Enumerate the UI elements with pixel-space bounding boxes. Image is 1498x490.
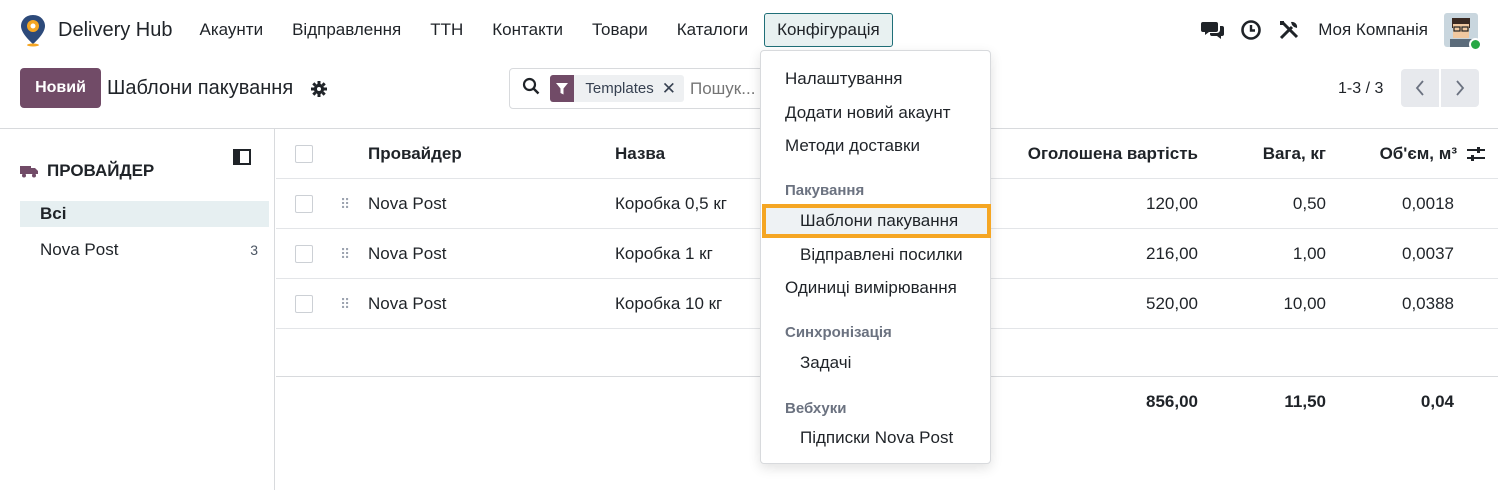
cell-provider: Nova Post xyxy=(368,194,447,213)
nav-right: Моя Компанія xyxy=(1188,0,1482,60)
search-panel: ПРОВАЙДЕР Всі Nova Post 3 xyxy=(0,129,275,490)
page-title: Шаблони пакування xyxy=(107,77,294,99)
menu-catalogs[interactable]: Каталоги xyxy=(664,13,761,47)
cell-declared-value: 520,00 xyxy=(1146,294,1198,313)
tools-icon[interactable] xyxy=(1276,17,1302,43)
menu-item-add-account[interactable]: Додати новий акаунт xyxy=(761,98,992,128)
cell-name: Коробка 1 кг xyxy=(615,244,713,263)
cell-weight: 0,50 xyxy=(1292,194,1326,213)
column-header-declared-value[interactable]: Оголошена вартість xyxy=(976,129,1198,179)
clock-icon[interactable] xyxy=(1238,17,1264,43)
new-button[interactable]: Новий xyxy=(20,68,101,108)
configuration-dropdown: Налаштування Додати новий акаунт Методи … xyxy=(760,50,991,464)
cell-declared-value: 120,00 xyxy=(1146,194,1198,213)
cell-volume: 0,0037 xyxy=(1402,244,1454,263)
panel-item-all[interactable]: Всі xyxy=(20,201,269,227)
column-header-name[interactable]: Назва xyxy=(615,129,665,179)
menu-item-settings[interactable]: Налаштування xyxy=(761,64,992,94)
cell-declared-value: 216,00 xyxy=(1146,244,1198,263)
gear-icon[interactable] xyxy=(310,80,328,103)
truck-icon xyxy=(20,166,38,178)
cell-weight: 10,00 xyxy=(1283,294,1326,313)
online-status-icon xyxy=(1469,38,1482,51)
menu-item-nova-post-subscriptions[interactable]: Підписки Nova Post xyxy=(761,423,992,453)
panel-item-label: Всі xyxy=(40,204,67,223)
panel-section-header: ПРОВАЙДЕР xyxy=(20,161,154,181)
main-menu: Акаунти Відправлення ТТН Контакти Товари… xyxy=(186,13,895,47)
panel-item-nova-post[interactable]: Nova Post 3 xyxy=(20,237,269,263)
app-name: Delivery Hub xyxy=(58,18,173,41)
facet-remove-icon[interactable]: ✕ xyxy=(662,79,684,99)
drag-handle-icon[interactable]: ⠿ xyxy=(340,279,350,329)
column-header-volume[interactable]: Об'єм, м³ xyxy=(1336,129,1457,179)
pager-value[interactable]: 1-3 / 3 xyxy=(1338,80,1383,98)
cell-weight: 1,00 xyxy=(1292,244,1326,263)
chevron-right-icon xyxy=(1456,80,1465,96)
total-volume: 0,04 xyxy=(1420,392,1454,411)
filter-icon xyxy=(550,75,575,102)
cell-provider: Nova Post xyxy=(368,294,447,313)
filter-facet: Templates ✕ xyxy=(550,75,684,102)
menu-item-tasks[interactable]: Задачі xyxy=(761,348,992,378)
menu-products[interactable]: Товари xyxy=(579,13,661,47)
menu-accounts[interactable]: Акаунти xyxy=(186,13,276,47)
menu-ttn[interactable]: ТТН xyxy=(417,13,476,47)
search-input[interactable] xyxy=(690,78,770,99)
delivery-hub-logo-icon xyxy=(21,15,45,47)
control-panel: Новий Шаблони пакування Templates ✕ 1-3 … xyxy=(0,60,1498,128)
drag-handle-icon[interactable]: ⠿ xyxy=(340,229,350,279)
sliders-icon xyxy=(1467,147,1485,161)
chevron-left-icon xyxy=(1415,80,1424,96)
cell-provider: Nova Post xyxy=(368,244,447,263)
menu-section-sync: Синхронізація xyxy=(785,324,892,341)
cell-name: Коробка 10 кг xyxy=(615,294,723,313)
search-icon[interactable] xyxy=(522,77,540,100)
select-all-checkbox[interactable] xyxy=(295,145,313,163)
row-checkbox[interactable] xyxy=(295,245,313,263)
menu-configuration[interactable]: Конфігурація xyxy=(764,13,893,47)
chat-icon[interactable] xyxy=(1200,17,1226,43)
company-switcher[interactable]: Моя Компанія xyxy=(1318,20,1428,40)
top-navbar: Delivery Hub Акаунти Відправлення ТТН Ко… xyxy=(0,0,1498,60)
menu-shipments[interactable]: Відправлення xyxy=(279,13,414,47)
menu-item-sent-parcels[interactable]: Відправлені посилки xyxy=(761,240,992,270)
row-checkbox[interactable] xyxy=(295,195,313,213)
pager-next-button[interactable] xyxy=(1441,69,1479,107)
menu-section-packaging: Пакування xyxy=(785,182,865,199)
menu-item-delivery-methods[interactable]: Методи доставки xyxy=(761,131,992,161)
panel-item-count: 3 xyxy=(250,242,258,258)
sidebar-toggle-icon[interactable] xyxy=(233,149,251,170)
column-header-weight[interactable]: Вага, кг xyxy=(1226,129,1326,179)
panel-header-label: ПРОВАЙДЕР xyxy=(47,161,155,180)
pager-previous-button[interactable] xyxy=(1401,69,1439,107)
menu-item-units-of-measure[interactable]: Одиниці вимірювання xyxy=(761,273,992,303)
user-avatar[interactable] xyxy=(1444,13,1482,51)
menu-contacts[interactable]: Контакти xyxy=(479,13,576,47)
menu-item-packaging-templates[interactable]: Шаблони пакування xyxy=(761,206,992,236)
drag-handle-icon[interactable]: ⠿ xyxy=(340,179,350,229)
facet-label: Templates xyxy=(585,80,654,97)
panel-item-label: Nova Post xyxy=(40,240,119,259)
search-bar[interactable]: Templates ✕ xyxy=(509,68,771,109)
column-header-provider[interactable]: Провайдер xyxy=(368,129,462,179)
total-declared-value: 856,00 xyxy=(1146,392,1198,411)
brand[interactable]: Delivery Hub xyxy=(18,13,172,47)
optional-columns-toggle[interactable] xyxy=(1466,129,1490,179)
total-weight: 11,50 xyxy=(1284,392,1326,411)
row-checkbox[interactable] xyxy=(295,295,313,313)
menu-section-webhooks: Вебхуки xyxy=(785,400,847,417)
cell-volume: 0,0388 xyxy=(1402,294,1454,313)
cell-name: Коробка 0,5 кг xyxy=(615,194,727,213)
select-all-cell xyxy=(276,129,336,179)
cell-volume: 0,0018 xyxy=(1402,194,1454,213)
